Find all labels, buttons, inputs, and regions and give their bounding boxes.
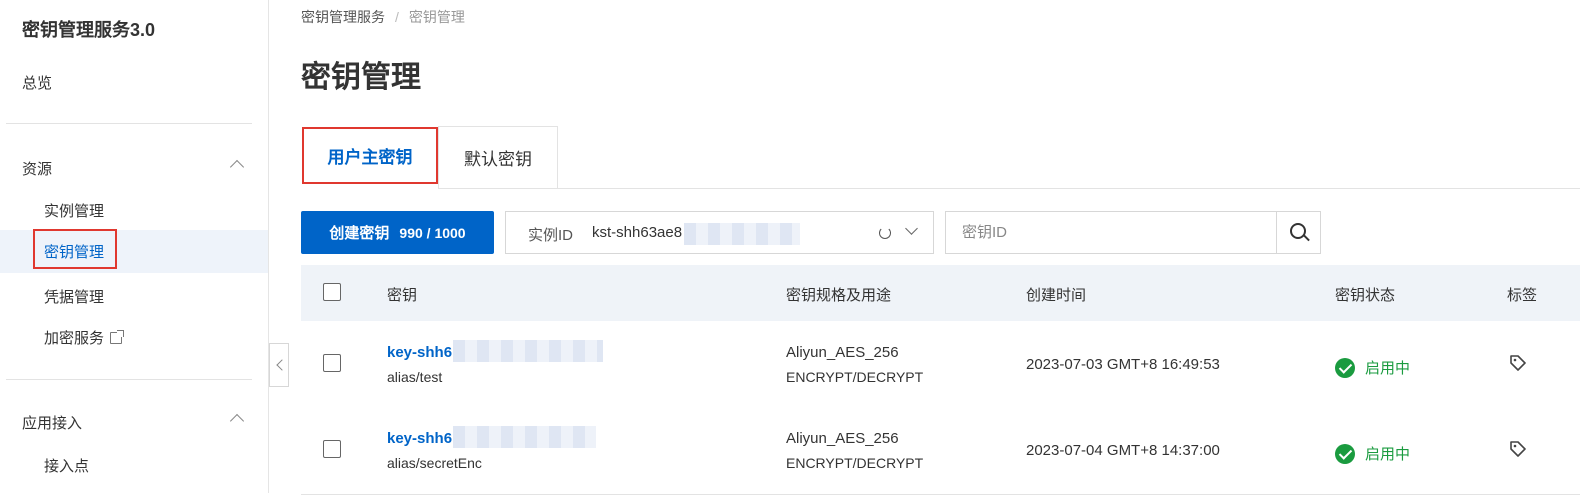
column-header-tags: 标签 <box>1507 287 1538 304</box>
breadcrumb-separator: / <box>395 9 399 25</box>
key-quota-count: 990 / 1000 <box>399 224 466 241</box>
sidebar-item-crypto-service[interactable]: 加密服务 <box>44 327 125 348</box>
sidebar: 密钥管理服务3.0 总览 资源 实例管理 密钥管理 凭据管理 加密服务 应用接入… <box>0 0 269 493</box>
instance-select[interactable]: 实例ID kst-shh63ae8 <box>505 211 934 254</box>
key-alias: alias/test <box>387 369 443 385</box>
status-badge: 启用中 <box>1335 443 1410 464</box>
redacted-mask <box>453 340 603 362</box>
sidebar-item-label: 加密服务 <box>44 330 105 347</box>
sidebar-group-label: 资源 <box>22 161 53 178</box>
highlight-box <box>33 229 117 269</box>
refresh-icon[interactable] <box>879 227 891 239</box>
tab-customer-master-keys[interactable]: 用户主密钥 <box>302 127 438 184</box>
chevron-up-icon[interactable] <box>229 159 245 175</box>
tag-icon[interactable] <box>1509 440 1527 458</box>
external-link-icon <box>110 330 125 344</box>
sidebar-item-instances[interactable]: 实例管理 <box>44 200 104 221</box>
redacted-mask <box>453 426 596 448</box>
tabs-underline <box>557 188 1580 189</box>
status-badge: 启用中 <box>1335 357 1410 378</box>
key-id-search-input[interactable] <box>945 211 1277 254</box>
redacted-mask <box>684 223 800 245</box>
key-alias: alias/secretEnc <box>387 455 482 471</box>
column-header-key: 密钥 <box>387 287 418 304</box>
instance-id-value: kst-shh63ae8 <box>592 224 683 241</box>
created-time: 2023-07-04 GMT+8 14:37:00 <box>1026 442 1220 459</box>
select-all-checkbox[interactable] <box>323 283 341 301</box>
key-spec: Aliyun_AES_256 <box>786 344 899 361</box>
table-row: key-shh6 alias/test Aliyun_AES_256 ENCRY… <box>301 322 1580 409</box>
create-key-label: 创建密钥 <box>329 225 390 242</box>
check-circle-icon <box>1335 443 1355 464</box>
breadcrumb-current: 密钥管理 <box>408 9 465 25</box>
page-title: 密钥管理 <box>301 61 421 94</box>
search-icon-handle <box>1303 234 1310 242</box>
key-usage: ENCRYPT/DECRYPT <box>786 369 924 385</box>
key-spec: Aliyun_AES_256 <box>786 430 899 447</box>
created-time: 2023-07-03 GMT+8 16:49:53 <box>1026 356 1220 373</box>
sidebar-divider <box>6 123 252 124</box>
sidebar-group-resources[interactable]: 资源 <box>22 158 245 179</box>
collapse-sidebar-icon[interactable] <box>269 343 289 387</box>
tag-icon[interactable] <box>1509 354 1527 372</box>
create-key-button[interactable]: 创建密钥 990 / 1000 <box>301 211 494 254</box>
breadcrumb: 密钥管理服务 / 密钥管理 <box>301 7 465 27</box>
row-checkbox[interactable] <box>323 354 341 372</box>
sidebar-group-app-access[interactable]: 应用接入 <box>22 412 245 433</box>
instance-id-label: 实例ID <box>528 227 574 244</box>
chevron-up-icon[interactable] <box>229 413 245 429</box>
key-id-link[interactable]: key-shh6 <box>387 344 452 361</box>
sidebar-item-secrets[interactable]: 凭据管理 <box>44 286 104 307</box>
column-header-status: 密钥状态 <box>1335 287 1396 304</box>
key-usage: ENCRYPT/DECRYPT <box>786 455 924 471</box>
table-header: 密钥 密钥规格及用途 创建时间 密钥状态 标签 <box>301 265 1580 321</box>
row-checkbox[interactable] <box>323 440 341 458</box>
breadcrumb-root[interactable]: 密钥管理服务 <box>301 9 385 25</box>
sidebar-group-label: 应用接入 <box>22 415 83 432</box>
sidebar-item-endpoints[interactable]: 接入点 <box>44 455 89 476</box>
product-title: 密钥管理服务3.0 <box>22 20 156 40</box>
check-circle-icon <box>1335 357 1355 378</box>
column-header-created: 创建时间 <box>1026 287 1087 304</box>
search-button[interactable] <box>1276 211 1321 254</box>
chevron-down-icon[interactable] <box>905 222 918 235</box>
status-text: 启用中 <box>1365 360 1411 377</box>
status-text: 启用中 <box>1365 446 1411 463</box>
column-header-spec: 密钥规格及用途 <box>786 287 892 304</box>
tab-default-keys[interactable]: 默认密钥 <box>438 126 558 189</box>
sidebar-divider <box>6 379 252 380</box>
sidebar-item-overview[interactable]: 总览 <box>22 72 52 93</box>
key-id-link[interactable]: key-shh6 <box>387 430 452 447</box>
table-row: key-shh6 alias/secretEnc Aliyun_AES_256 … <box>301 408 1580 495</box>
